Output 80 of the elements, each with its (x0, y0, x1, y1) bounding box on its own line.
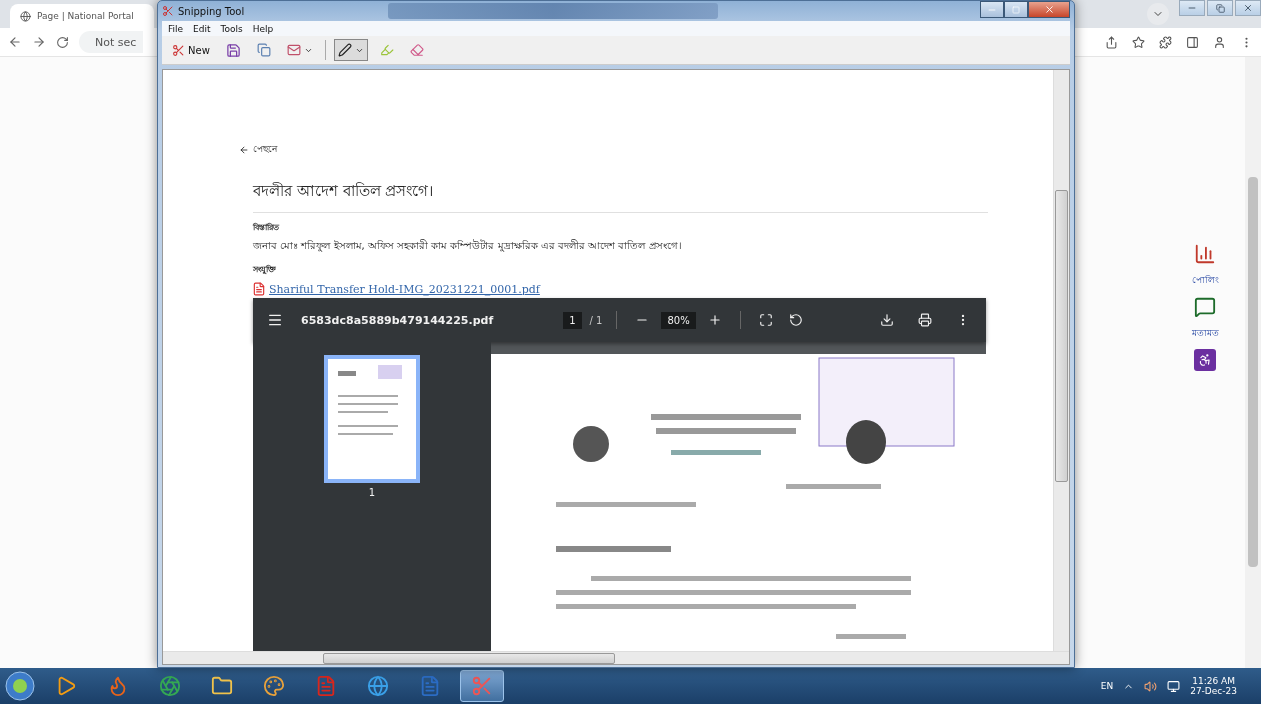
mail-icon (286, 43, 301, 57)
back-icon[interactable] (8, 35, 22, 49)
eraser-icon (409, 43, 424, 57)
side-panel-icon[interactable] (1186, 35, 1199, 49)
close-icon (1243, 3, 1253, 13)
globe-icon (20, 10, 31, 22)
globe-icon (367, 675, 389, 697)
page-number-field[interactable]: 1 (563, 311, 582, 329)
restore-icon (1215, 3, 1225, 13)
restore-button[interactable] (1207, 0, 1233, 16)
close-button[interactable] (1028, 1, 1070, 18)
palette-icon (263, 675, 285, 697)
scissors-icon (162, 5, 174, 17)
close-button[interactable] (1235, 0, 1261, 16)
copy-icon (256, 43, 271, 57)
tab-title: Page | National Portal (37, 11, 134, 21)
zoom-field[interactable]: 80% (661, 311, 696, 329)
pen-icon (337, 43, 352, 57)
clock-date[interactable]: 27-Dec-23 (1190, 686, 1237, 696)
menu-icon (267, 312, 283, 328)
profile-icon[interactable] (1213, 35, 1226, 49)
save-icon (225, 42, 241, 58)
scrollbar[interactable] (1053, 70, 1069, 651)
menu-item[interactable]: File (168, 23, 184, 34)
section-label: বিস্তারিত (253, 222, 279, 234)
scissors-icon (172, 43, 185, 57)
page-title: বদলীর আদেশ বাতিল প্রসংগে। (253, 179, 988, 213)
start-button[interactable] (4, 670, 36, 702)
scrollbar[interactable] (163, 651, 1069, 664)
accessibility-icon (1198, 353, 1212, 367)
pdf-file-icon (252, 282, 266, 296)
forward-icon[interactable] (32, 35, 46, 49)
clock-time[interactable]: 11:26 AM (1192, 676, 1235, 686)
puzzle-icon[interactable] (1159, 35, 1172, 49)
chat-icon[interactable] (1194, 296, 1216, 318)
pdf-file-icon (315, 675, 337, 697)
plus-icon (707, 313, 722, 327)
address-bar[interactable]: Not sec (79, 31, 143, 53)
folder-icon (211, 675, 233, 697)
fit-page-icon (758, 313, 773, 327)
bar-chart-icon[interactable] (1194, 243, 1216, 265)
back-link[interactable]: পেছনে (239, 142, 277, 157)
reload-icon[interactable] (56, 35, 69, 49)
maximize-icon (1012, 5, 1020, 14)
star-icon[interactable] (1132, 35, 1145, 49)
file-name: 6583dc8a5889b479144225.pdf (301, 313, 494, 327)
volume-icon[interactable] (1144, 679, 1158, 693)
menu-item[interactable]: Tools (220, 23, 243, 34)
printer-icon (918, 313, 932, 327)
minimize-button[interactable] (980, 1, 1004, 18)
taskbar-button[interactable] (460, 670, 504, 702)
browser-tab[interactable]: Page | National Portal (10, 4, 154, 28)
scrollbar[interactable] (1245, 57, 1261, 668)
window-title: Snipping Tool (178, 5, 245, 17)
network-icon[interactable] (1167, 679, 1181, 693)
widget-label[interactable]: পোলিং (1191, 273, 1219, 288)
language-indicator[interactable]: EN (1100, 681, 1114, 691)
pen-button[interactable] (333, 39, 368, 61)
share-icon[interactable] (1105, 35, 1118, 49)
highlighter-icon (379, 43, 394, 57)
attachment-link[interactable]: Shariful Transfer Hold-IMG_20231221_0001.pdf (269, 282, 540, 296)
aperture-icon (159, 675, 181, 697)
arrow-left-icon (239, 144, 249, 155)
document-icon (419, 675, 441, 697)
page-total: / 1 (589, 314, 603, 326)
accessibility-button[interactable] (1194, 349, 1216, 371)
menu-item[interactable]: Help (252, 23, 274, 34)
rotate-icon (788, 313, 803, 327)
new-button[interactable]: New (168, 39, 214, 61)
section-label: সংযুক্তি (253, 264, 276, 276)
download-icon (880, 313, 894, 327)
widget-label[interactable]: মতামত (1191, 326, 1219, 341)
thumbnail-label: 1 (368, 487, 376, 498)
details-text: জনাব মোঃ শরিফুল ইসলাম, অফিস সহকারী কাম কম্পিউটার মুদ্রাক্ষরিক এর বদলীর আদেশ বাতিল প্রসংগে। (253, 238, 682, 254)
start-orb-icon (4, 670, 36, 702)
menu-item[interactable]: Edit (193, 23, 211, 34)
page-thumbnail[interactable] (324, 355, 420, 483)
close-icon (1043, 4, 1055, 15)
scissors-icon (471, 675, 493, 697)
maximize-button[interactable] (1004, 1, 1028, 18)
